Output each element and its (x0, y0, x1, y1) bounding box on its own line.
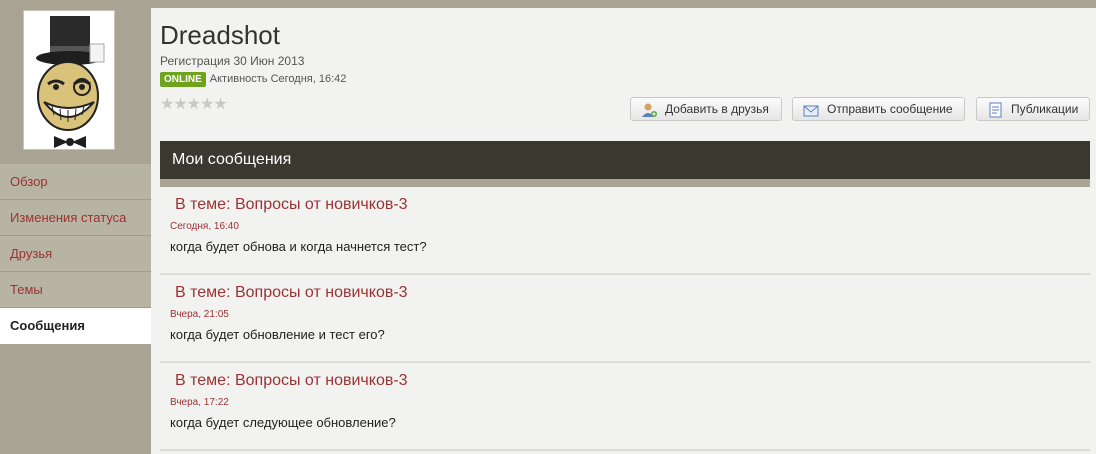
last-activity: Активность Сегодня, 16:42 (209, 73, 347, 85)
online-status: ONLINE Активность Сегодня, 16:42 (160, 71, 346, 87)
post-text: когда будет обновление и тест его? (170, 327, 385, 342)
post-date[interactable]: Сегодня, 16:40 (170, 221, 239, 232)
publications-button[interactable]: Публикации (976, 97, 1090, 121)
publications-label: Публикации (1011, 102, 1079, 116)
online-badge: ONLINE (160, 72, 206, 87)
nav-item-messages[interactable]: Сообщения (0, 308, 151, 344)
profile-username: Dreadshot (160, 20, 280, 50)
post-topic-link[interactable]: В теме: Вопросы от новичков-3 (175, 284, 408, 302)
post-topic-link[interactable]: В теме: Вопросы от новичков-3 (175, 372, 408, 390)
top-bar (0, 0, 1096, 8)
post-text: когда будет обнова и когда начнется тест… (170, 239, 427, 254)
section-divider (160, 179, 1090, 187)
nav-item-topics[interactable]: Темы (0, 272, 151, 308)
document-icon (989, 102, 1002, 118)
nav-item-status-changes[interactable]: Изменения статуса (0, 200, 151, 236)
registration-date: Регистрация 30 Июн 2013 (160, 54, 305, 68)
list-item: В теме: Вопросы от новичков-3 Вчера, 17:… (160, 363, 1090, 451)
profile-nav: Обзор Изменения статуса Друзья Темы Сооб… (0, 164, 151, 344)
section-title: Мои сообщения (160, 141, 1090, 179)
post-text: когда будет следующее обновление? (170, 415, 396, 430)
send-message-button[interactable]: Отправить сообщение (792, 97, 965, 121)
star-icon[interactable]: ★ (200, 96, 214, 113)
post-date[interactable]: Вчера, 21:05 (170, 309, 229, 320)
profile-main: Dreadshot Регистрация 30 Июн 2013 ONLINE… (151, 8, 1096, 454)
star-icon[interactable]: ★ (173, 96, 187, 113)
post-topic-link[interactable]: В теме: Вопросы от новичков-3 (175, 196, 408, 214)
send-message-label: Отправить сообщение (827, 102, 953, 116)
avatar[interactable] (23, 10, 115, 150)
avatar-image (36, 16, 105, 148)
post-date[interactable]: Вчера, 17:22 (170, 397, 229, 408)
add-friend-label: Добавить в друзья (665, 102, 769, 116)
add-user-icon (642, 103, 657, 117)
nav-item-friends[interactable]: Друзья (0, 236, 151, 272)
add-friend-button[interactable]: Добавить в друзья (630, 97, 782, 121)
profile-sidebar: Обзор Изменения статуса Друзья Темы Сооб… (0, 8, 151, 454)
star-icon[interactable]: ★ (160, 96, 174, 113)
envelope-icon (803, 105, 819, 117)
list-item: В теме: Вопросы от новичков-3 Вчера, 21:… (160, 275, 1090, 363)
posts-list: В теме: Вопросы от новичков-3 Сегодня, 1… (160, 187, 1090, 451)
list-item: В теме: Вопросы от новичков-3 Сегодня, 1… (160, 187, 1090, 275)
star-icon[interactable]: ★ (187, 96, 201, 113)
rating-stars[interactable]: ★★★★★ (160, 96, 228, 113)
nav-item-overview[interactable]: Обзор (0, 164, 151, 200)
star-icon[interactable]: ★ (213, 96, 227, 113)
